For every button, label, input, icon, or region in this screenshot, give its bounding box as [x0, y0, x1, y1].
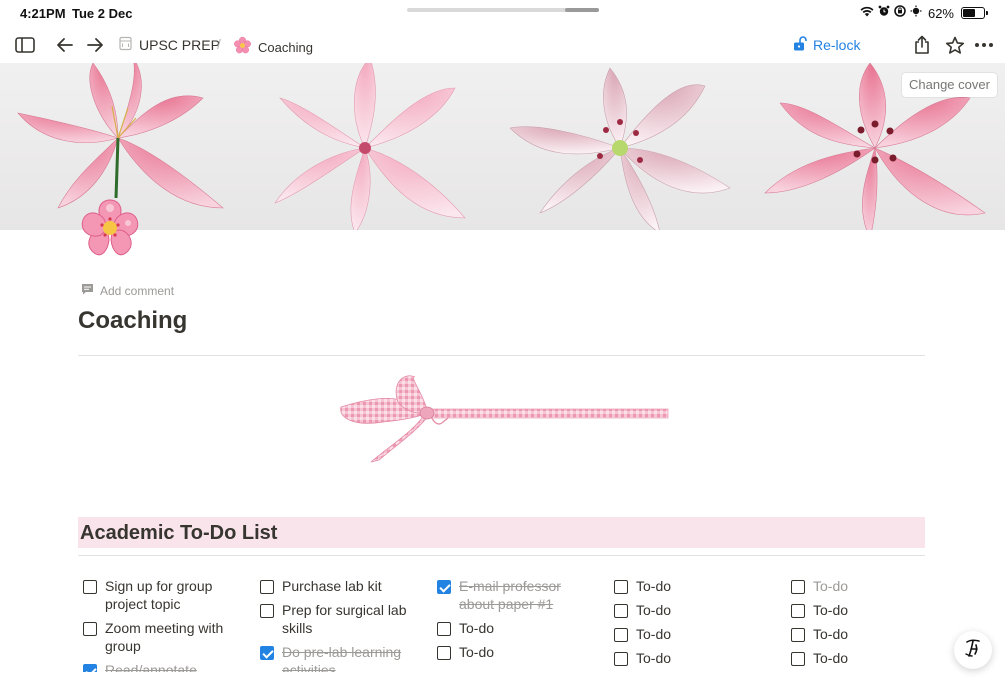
- divider: [78, 555, 925, 556]
- page-title[interactable]: Coaching: [78, 307, 187, 335]
- status-bar: 4:21PM Tue 2 Dec 62%: [0, 0, 1005, 26]
- ai-face-icon: [962, 637, 984, 664]
- todo-checkbox[interactable]: [437, 622, 451, 636]
- breadcrumb-workspace-label: UPSC PREP: [139, 37, 220, 53]
- section-heading-block: Academic To-Do List: [78, 517, 925, 548]
- todo-text[interactable]: To-do: [459, 643, 494, 661]
- todo-text[interactable]: To-do: [636, 601, 671, 619]
- todo-checkbox[interactable]: [260, 604, 274, 618]
- todo-text[interactable]: To-do: [813, 577, 848, 595]
- todo-checkbox[interactable]: [614, 580, 628, 594]
- todo-item: To-do: [437, 643, 597, 661]
- battery-level: [963, 9, 975, 17]
- todo-item: Purchase lab kit: [260, 577, 420, 595]
- todo-item: To-do: [437, 619, 597, 637]
- add-comment-button[interactable]: Add comment: [81, 283, 174, 298]
- share-icon[interactable]: [910, 33, 934, 57]
- todo-checkbox[interactable]: [437, 646, 451, 660]
- todo-column: E-mail professor about paper #1 To-do To-d…: [437, 577, 597, 667]
- todo-item: Prep for surgical lab skills: [260, 601, 420, 637]
- todo-checkbox[interactable]: [614, 628, 628, 642]
- todo-text[interactable]: To-do: [459, 619, 494, 637]
- todo-item: E-mail professor about paper #1: [437, 577, 597, 613]
- rotation-lock-icon: [894, 4, 906, 22]
- todo-checkbox[interactable]: [791, 652, 805, 666]
- todo-checkbox[interactable]: [83, 580, 97, 594]
- add-comment-label: Add comment: [100, 283, 175, 298]
- more-options-icon[interactable]: [972, 33, 996, 57]
- page-icon-cherry-blossom[interactable]: [76, 194, 144, 262]
- section-heading[interactable]: Academic To-Do List: [80, 522, 277, 545]
- todo-checkbox[interactable]: [614, 604, 628, 618]
- todo-text[interactable]: Prep for surgical lab skills: [282, 601, 420, 637]
- todo-text[interactable]: To-do: [813, 601, 848, 619]
- todo-item: Zoom meeting with group: [83, 619, 243, 655]
- toolbar: UPSC PREP / Coaching Re-lock: [0, 28, 1005, 62]
- todo-text[interactable]: Sign up for group project topic: [105, 577, 243, 613]
- todo-item: To-do: [791, 649, 951, 667]
- back-arrow-icon[interactable]: [53, 33, 77, 57]
- todo-text[interactable]: To-do: [636, 649, 671, 667]
- todo-column: Purchase lab kit Prep for surgical lab sk…: [260, 577, 420, 685]
- todo-column: To-do To-do To-do To-do: [791, 577, 951, 673]
- divider: [78, 355, 925, 356]
- status-date: Tue 2 Dec: [72, 6, 133, 21]
- breadcrumb-page[interactable]: Coaching: [233, 36, 313, 58]
- battery-icon: [961, 7, 988, 19]
- todo-checkbox[interactable]: [83, 622, 97, 636]
- todo-checkbox-checked[interactable]: [437, 580, 451, 594]
- breadcrumb-page-label: Coaching: [258, 39, 313, 55]
- todo-text[interactable]: To-do: [813, 649, 848, 667]
- multitasking-indicator[interactable]: [407, 8, 599, 12]
- page-cover-image: [0, 63, 1005, 230]
- status-indicators: 62%: [860, 4, 988, 22]
- todo-checkbox[interactable]: [791, 604, 805, 618]
- wifi-icon: [860, 4, 874, 22]
- favorite-star-icon[interactable]: [943, 33, 967, 57]
- todo-text[interactable]: To-do: [813, 625, 848, 643]
- todo-checkbox[interactable]: [791, 628, 805, 642]
- ai-assistant-button[interactable]: [954, 631, 992, 669]
- todo-checkbox[interactable]: [791, 580, 805, 594]
- todo-item: To-do: [791, 625, 951, 643]
- battery-percent: 62%: [927, 5, 954, 21]
- todo-text[interactable]: Zoom meeting with group: [105, 619, 243, 655]
- todo-item: To-do: [791, 577, 951, 595]
- todo-item: Sign up for group project topic: [83, 577, 243, 613]
- todo-checkbox-checked[interactable]: [260, 646, 274, 660]
- alarm-icon: [878, 4, 890, 22]
- todo-item: To-do: [614, 577, 774, 595]
- breadcrumb-separator: /: [217, 36, 221, 52]
- viewport-bottom-edge: [0, 672, 1005, 693]
- todo-text[interactable]: Purchase lab kit: [282, 577, 382, 595]
- status-time: 4:21PM: [20, 6, 66, 21]
- breadcrumb-workspace[interactable]: UPSC PREP: [118, 36, 220, 54]
- unlock-icon: [793, 36, 807, 54]
- change-cover-button[interactable]: Change cover: [902, 73, 997, 97]
- page-doc-icon: [118, 36, 133, 54]
- ribbon-bow-image: [333, 372, 673, 472]
- todo-item: To-do: [791, 601, 951, 619]
- todo-text[interactable]: E-mail professor about paper #1: [459, 577, 597, 613]
- comment-icon: [81, 283, 94, 298]
- todo-checkbox[interactable]: [614, 652, 628, 666]
- cherry-blossom-icon: [233, 36, 252, 58]
- todo-text[interactable]: To-do: [636, 625, 671, 643]
- todo-item: To-do: [614, 649, 774, 667]
- sidebar-toggle-icon[interactable]: [13, 33, 37, 57]
- relock-label: Re-lock: [813, 37, 861, 53]
- todo-item: To-do: [614, 625, 774, 643]
- todo-column: Sign up for group project topic Zoom meet…: [83, 577, 243, 685]
- todo-checkbox[interactable]: [260, 580, 274, 594]
- todo-item: To-do: [614, 601, 774, 619]
- relock-button[interactable]: Re-lock: [793, 36, 860, 54]
- todo-column: To-do To-do To-do To-do: [614, 577, 774, 673]
- todo-text[interactable]: To-do: [636, 577, 671, 595]
- focus-mode-icon: [910, 4, 922, 22]
- forward-arrow-icon[interactable]: [83, 33, 107, 57]
